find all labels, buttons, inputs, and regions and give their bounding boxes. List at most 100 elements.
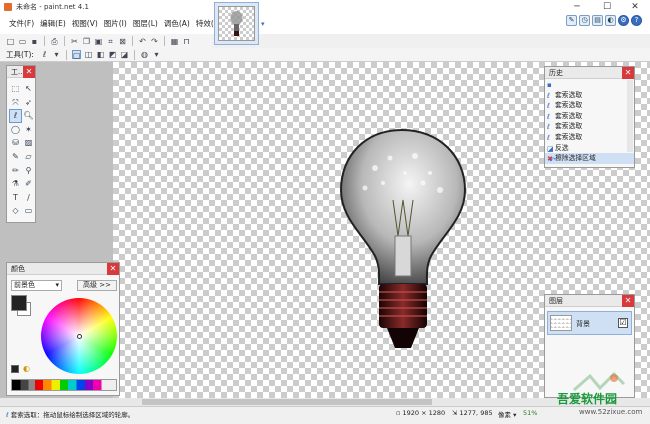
menu-adjustments[interactable]: 调色(A) — [161, 14, 193, 34]
cut-icon[interactable]: ✂ — [70, 37, 79, 46]
history-scrollbar[interactable] — [627, 80, 633, 152]
close-window-button[interactable]: ✕ — [624, 1, 646, 13]
save-icon[interactable]: ▪ — [30, 37, 39, 46]
help-icon[interactable]: ? — [631, 15, 642, 26]
tools-toggle-icon[interactable]: ✎ — [566, 15, 577, 26]
reset-colors-icon[interactable]: ◐ — [23, 364, 30, 373]
history-item[interactable]: ℓ 套索选取 — [545, 100, 634, 111]
layer-thumbnail — [550, 315, 572, 331]
shapes-extra-icon[interactable]: ▭ — [22, 204, 35, 218]
redo-icon[interactable]: ↷ — [561, 156, 568, 165]
color-wheel[interactable] — [41, 298, 117, 374]
toolbar-divider — [65, 49, 67, 60]
horizontal-scrollbar-thumb[interactable] — [142, 399, 432, 405]
gradient-icon[interactable]: ▨ — [22, 136, 35, 150]
maximize-button[interactable]: ☐ — [596, 1, 618, 13]
history-item-label: 套索选取 — [555, 101, 583, 110]
magic-wand-icon[interactable]: ✶ — [22, 123, 35, 137]
move-selected-icon[interactable]: ↖ — [22, 82, 35, 96]
zoom-level[interactable]: 51% — [523, 409, 537, 417]
move-selection-icon[interactable]: ⤧ — [9, 96, 22, 110]
menu-view[interactable]: 视图(V) — [69, 14, 101, 34]
history-item[interactable]: ◪ 反选 — [545, 143, 634, 154]
deselect-icon[interactable]: ⊠ — [118, 37, 127, 46]
primary-color-select[interactable]: 前景色 ▾ — [11, 280, 62, 291]
new-file-icon[interactable]: □ — [6, 37, 15, 46]
pencil-icon[interactable]: ✏ — [9, 164, 22, 178]
tool-options-bar: 工具(T): ℓ ▾ ▢ ◫ ◧ ◩ ◪ ◍ ▾ — [0, 48, 650, 62]
close-icon[interactable]: ✕ — [23, 66, 35, 78]
line-curve-icon[interactable]: ∕ — [22, 191, 35, 205]
close-icon[interactable]: ✕ — [107, 263, 119, 275]
menu-layers[interactable]: 图层(L) — [130, 14, 161, 34]
close-icon[interactable]: ✕ — [622, 67, 634, 79]
menu-image[interactable]: 图片(I) — [101, 14, 130, 34]
history-item[interactable]: ℓ 套索选取 — [545, 132, 634, 143]
image-tab[interactable] — [214, 2, 259, 45]
main-toolbar: □ ▭ ▪ ⎙ ✂ ❐ ▣ ⌗ ⊠ ↶ ↷ ▦ ⊓ — [0, 34, 212, 48]
colors-toggle-icon[interactable]: ◐ — [605, 15, 616, 26]
history-item[interactable]: ℓ 套索选取 — [545, 111, 634, 122]
color-palette[interactable] — [11, 379, 117, 391]
rulers-icon[interactable]: ⊓ — [182, 37, 191, 46]
history-item[interactable]: ▪ — [545, 79, 634, 90]
swap-colors-icon[interactable] — [11, 365, 19, 373]
layer-row[interactable]: 背景 ☑ — [547, 311, 632, 335]
rectangle-select-icon[interactable]: ⬚ — [9, 82, 22, 96]
colors-window-title: 颜色 ✕ — [7, 263, 119, 275]
current-tool-lasso-icon[interactable]: ℓ — [40, 50, 49, 59]
close-icon[interactable]: ✕ — [622, 295, 634, 307]
paint-bucket-icon[interactable]: ⛁ — [9, 136, 22, 150]
toolbar-divider — [164, 36, 165, 46]
menu-file[interactable]: 文件(F) — [6, 14, 37, 34]
antialias-icon[interactable]: ◍ — [140, 50, 149, 59]
layer-visibility-checkbox[interactable]: ☑ — [618, 318, 628, 328]
move-cursor-icon[interactable]: ➶ — [22, 96, 35, 110]
lasso-select-icon[interactable]: ℓ — [9, 109, 22, 123]
selection-intersect-icon[interactable]: ◩ — [108, 50, 117, 59]
undo-icon[interactable]: ↶ — [549, 156, 556, 165]
paintbrush-icon[interactable]: ✎ — [9, 150, 22, 164]
selection-union-icon[interactable]: ◫ — [84, 50, 93, 59]
watermark-url: www.52zixue.com — [579, 408, 643, 416]
recolor-icon[interactable]: ✐ — [22, 177, 35, 191]
copy-icon[interactable]: ❐ — [82, 37, 91, 46]
chevron-down-icon[interactable]: ▾ — [152, 50, 161, 59]
shapes-icon[interactable]: ◇ — [9, 204, 22, 218]
history-window: 历史 ✕ ▪ ℓ 套索选取 ℓ 套索选取 ℓ 套索选取 ℓ 套索选取 ℓ 套索选取 ◪ 反选… — [544, 66, 635, 168]
tab-dropdown-icon[interactable]: ▾ — [261, 20, 265, 28]
color-picker-icon[interactable]: ⚲ — [22, 164, 35, 178]
paste-icon[interactable]: ▣ — [94, 37, 103, 46]
history-item-label: 反选 — [555, 143, 569, 152]
redo-icon[interactable]: ↷ — [150, 37, 159, 46]
color-wheel-cursor[interactable] — [77, 334, 82, 339]
settings-gear-icon[interactable]: ⚙ — [618, 15, 629, 26]
primary-color-swatch[interactable] — [11, 295, 27, 311]
history-item-selected[interactable]: ✖ 擦除选择区域 — [545, 153, 634, 164]
minimize-button[interactable]: ─ — [566, 1, 588, 13]
grid-icon[interactable]: ▦ — [170, 37, 179, 46]
layers-toggle-icon[interactable]: ▤ — [592, 15, 603, 26]
crop-icon[interactable]: ⌗ — [106, 37, 115, 46]
eraser-icon[interactable]: ▱ — [22, 150, 35, 164]
history-toggle-icon[interactable]: ◷ — [579, 15, 590, 26]
zoom-icon[interactable]: 🔍︎ — [22, 109, 35, 123]
open-file-icon[interactable]: ▭ — [18, 37, 27, 46]
history-item[interactable]: ℓ 套索选取 — [545, 121, 634, 132]
clone-stamp-icon[interactable]: ⚗ — [9, 177, 22, 191]
units-selector-value: 像素 — [498, 411, 511, 419]
units-selector[interactable]: 像素 ▾ — [498, 409, 516, 419]
layers-window-title: 图层 ✕ — [545, 295, 634, 307]
chevron-down-icon[interactable]: ▾ — [52, 50, 61, 59]
ellipse-select-icon[interactable]: ◯ — [9, 123, 22, 137]
cursor-position: ⇲ 1277, 985 — [452, 409, 493, 417]
more-button[interactable]: 高级 >> — [77, 280, 117, 291]
selection-invert-icon[interactable]: ◪ — [120, 50, 129, 59]
text-icon[interactable]: T — [9, 191, 22, 205]
undo-icon[interactable]: ↶ — [138, 37, 147, 46]
selection-exclude-icon[interactable]: ◧ — [96, 50, 105, 59]
menu-edit[interactable]: 编辑(E) — [37, 14, 69, 34]
history-item[interactable]: ℓ 套索选取 — [545, 90, 634, 101]
selection-replace-icon[interactable]: ▢ — [71, 50, 81, 60]
print-icon[interactable]: ⎙ — [50, 37, 59, 46]
